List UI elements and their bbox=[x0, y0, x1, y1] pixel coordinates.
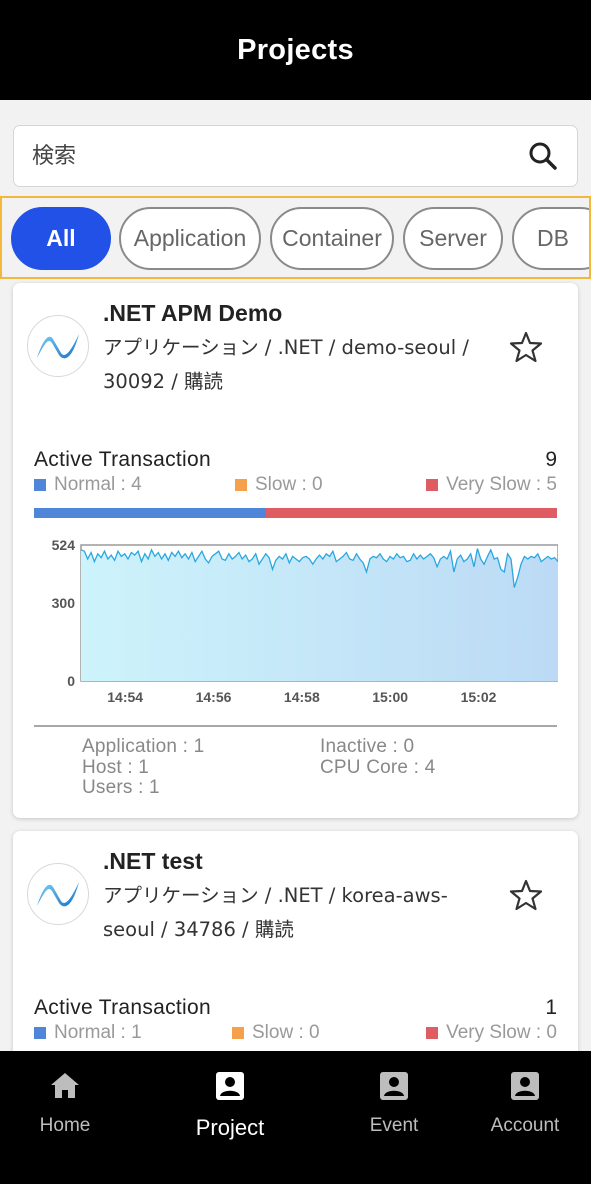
active-transaction-label: Active Transaction bbox=[34, 448, 211, 471]
home-icon bbox=[51, 1073, 79, 1098]
dotnet-logo-icon bbox=[27, 315, 89, 377]
project-card[interactable]: .NET APM Demo アプリケーション / .NET / demo-seo… bbox=[13, 283, 578, 818]
chart-x-tick-label: 14:58 bbox=[284, 689, 320, 705]
legend-normal: Normal : 1 bbox=[34, 1022, 142, 1044]
tab-event[interactable]: Event bbox=[329, 1069, 459, 1149]
transaction-bar-normal bbox=[34, 508, 267, 518]
account-box-icon bbox=[216, 1072, 244, 1100]
stat-host: Host : 1 bbox=[82, 757, 150, 778]
active-transaction-count: 1 bbox=[545, 996, 557, 1019]
transaction-chart: 524 300 0 14:54 14:56 14:58 15:00 15:02 bbox=[52, 537, 558, 705]
transaction-legend: Normal : 4 Slow : 0 Very Slow : 5 bbox=[34, 474, 557, 498]
transaction-bar-very-slow bbox=[266, 508, 557, 518]
filter-chip-all[interactable]: All bbox=[11, 207, 111, 270]
project-title: .NET test bbox=[103, 848, 203, 874]
chart-y-tick-label: 0 bbox=[67, 673, 75, 689]
filter-chip-application[interactable]: Application bbox=[119, 207, 261, 270]
tab-home[interactable]: Home bbox=[0, 1069, 130, 1149]
active-transaction-count: 9 bbox=[545, 448, 557, 471]
normal-swatch bbox=[34, 1027, 46, 1039]
chart-x-tick-label: 14:56 bbox=[196, 689, 232, 705]
filter-chip-container[interactable]: Container bbox=[270, 207, 394, 270]
search-input[interactable] bbox=[32, 143, 527, 169]
star-icon[interactable] bbox=[509, 330, 543, 364]
stat-application: Application : 1 bbox=[82, 736, 205, 757]
tab-project[interactable]: Project bbox=[165, 1069, 295, 1149]
legend-slow-label: Slow : 0 bbox=[252, 1022, 320, 1043]
legend-very-slow: Very Slow : 5 bbox=[426, 474, 557, 496]
transaction-legend: Normal : 1 Slow : 0 Very Slow : 0 bbox=[34, 1022, 557, 1046]
chart-x-tick-label: 15:02 bbox=[461, 689, 497, 705]
filter-chip-db-label: DB bbox=[537, 225, 569, 251]
legend-slow: Slow : 0 bbox=[235, 474, 323, 496]
chart-area bbox=[81, 548, 558, 681]
stat-inactive: Inactive : 0 bbox=[320, 736, 415, 757]
tab-account[interactable]: Account bbox=[460, 1069, 590, 1149]
dotnet-logo-icon bbox=[27, 863, 89, 925]
legend-slow-label: Slow : 0 bbox=[255, 474, 323, 495]
card-divider bbox=[34, 725, 557, 727]
tab-event-label: Event bbox=[369, 1115, 419, 1136]
active-transaction-label: Active Transaction bbox=[34, 996, 211, 1019]
chart-x-tick-label: 15:00 bbox=[372, 689, 408, 705]
filter-chip-server[interactable]: Server bbox=[403, 207, 503, 270]
app-header: Projects bbox=[0, 0, 591, 100]
project-title: .NET APM Demo bbox=[103, 300, 283, 326]
tab-home-label: Home bbox=[39, 1115, 91, 1136]
search-bar[interactable] bbox=[13, 125, 578, 187]
tab-project-label: Project bbox=[195, 1115, 265, 1140]
project-meta: アプリケーション / .NET / korea-aws-seoul / 3478… bbox=[103, 884, 448, 941]
account-box-icon bbox=[511, 1072, 539, 1100]
tab-account-label: Account bbox=[490, 1115, 560, 1136]
bottom-tab-bar: Home Project Event Account bbox=[0, 1051, 591, 1184]
chart-x-tick-label: 14:54 bbox=[107, 689, 143, 705]
legend-normal-label: Normal : 4 bbox=[54, 474, 142, 495]
legend-very-slow-label: Very Slow : 5 bbox=[446, 474, 557, 495]
slow-swatch bbox=[232, 1027, 244, 1039]
star-icon[interactable] bbox=[509, 878, 543, 912]
account-box-icon bbox=[380, 1072, 408, 1100]
page-title: Projects bbox=[237, 33, 354, 66]
chart-y-tick-label: 300 bbox=[52, 595, 76, 611]
project-meta: アプリケーション / .NET / demo-seoul / 30092 / 購… bbox=[103, 336, 469, 393]
stat-cpu-core: CPU Core : 4 bbox=[320, 757, 436, 778]
filter-chip-db[interactable]: DB bbox=[512, 207, 589, 270]
very-slow-swatch bbox=[426, 479, 439, 491]
filter-chips: All Application Container Server DB bbox=[0, 196, 591, 279]
stat-users: Users : 1 bbox=[82, 777, 160, 798]
search-icon[interactable] bbox=[527, 140, 559, 172]
very-slow-swatch bbox=[426, 1027, 439, 1039]
chart-y-tick-label: 524 bbox=[52, 537, 76, 553]
legend-very-slow: Very Slow : 0 bbox=[426, 1022, 557, 1044]
legend-normal-label: Normal : 1 bbox=[54, 1022, 142, 1043]
normal-swatch bbox=[34, 479, 46, 491]
transaction-bar bbox=[34, 508, 557, 518]
slow-swatch bbox=[235, 479, 247, 491]
legend-very-slow-label: Very Slow : 0 bbox=[446, 1022, 557, 1043]
legend-normal: Normal : 4 bbox=[34, 474, 142, 496]
legend-slow: Slow : 0 bbox=[232, 1022, 320, 1044]
